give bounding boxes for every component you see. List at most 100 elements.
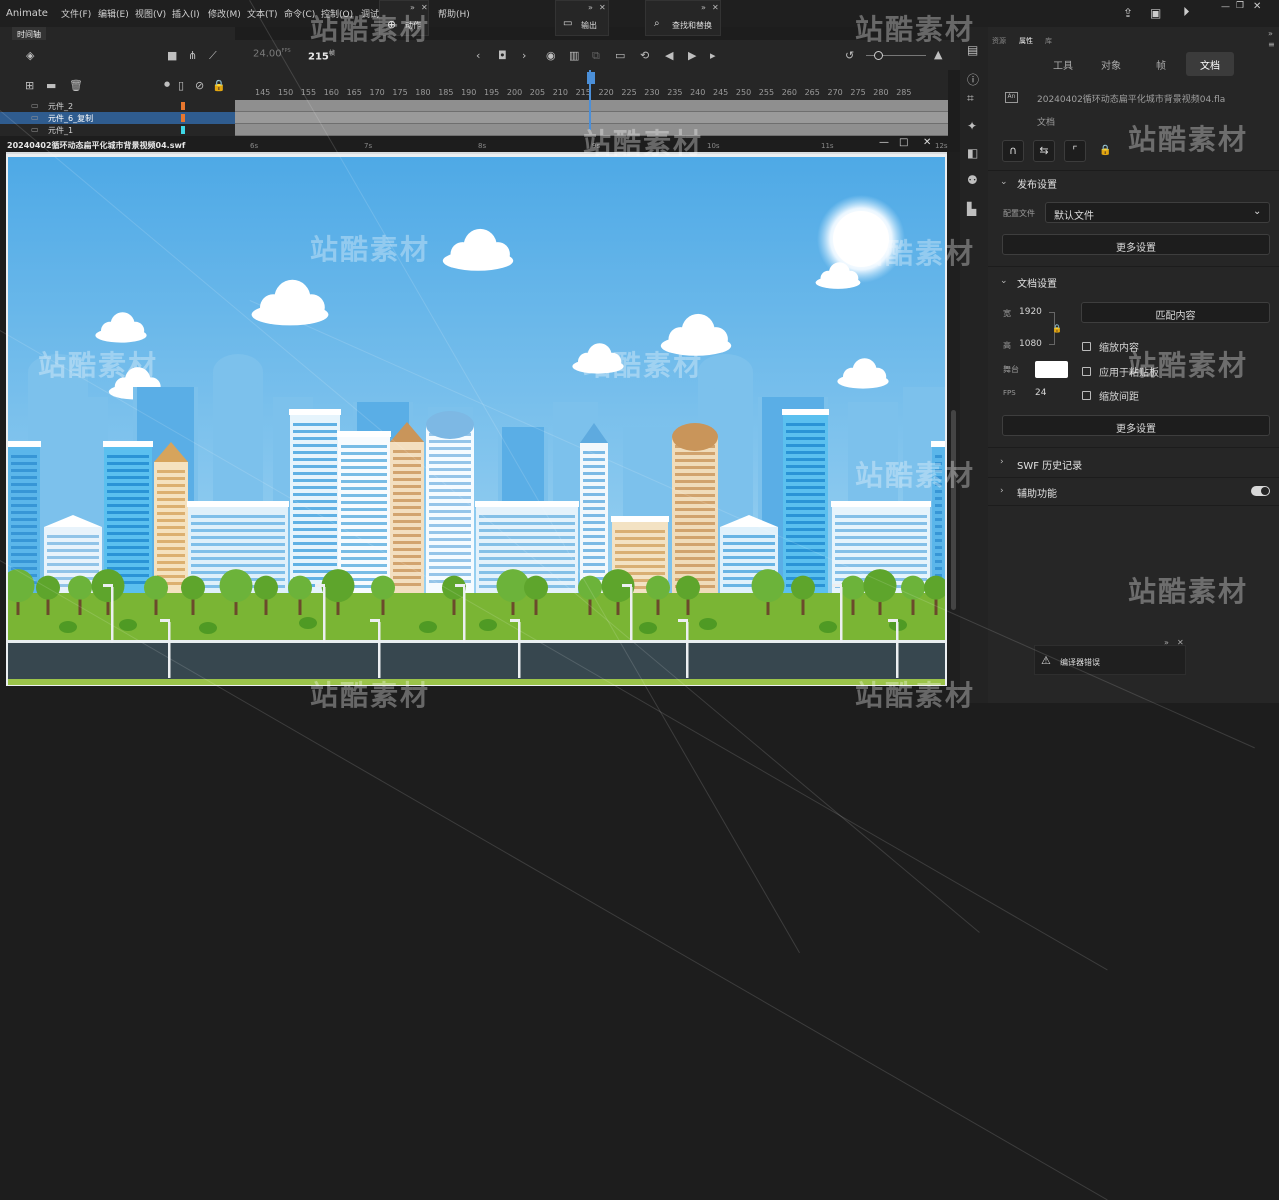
step-forward-icon[interactable]: ▸ — [710, 49, 716, 62]
publish-section-title[interactable]: 发布设置 — [1017, 176, 1057, 191]
expand-icon[interactable]: » — [1164, 638, 1169, 647]
timeline-tab[interactable]: 时间轴 — [12, 27, 46, 40]
menu-control[interactable]: 控制(O) — [321, 7, 353, 20]
tab-assets[interactable]: 资源 — [992, 36, 1006, 46]
menu-help[interactable]: 帮助(H) — [438, 7, 470, 20]
layer-row-selected[interactable]: ▭ 元件_6_复制 — [0, 112, 235, 124]
compiler-errors-panel[interactable]: » ✕ ⚠ 编译器错误 — [1034, 638, 1186, 675]
transform-icon[interactable]: ⌗ — [967, 91, 974, 106]
fps-value[interactable]: 24 — [1035, 388, 1046, 398]
frames-icon[interactable]: ▥ — [569, 49, 579, 62]
chevron-right-icon[interactable]: › — [1000, 457, 1004, 467]
menu-text[interactable]: 文本(T) — [247, 7, 278, 20]
panel-menu-icon[interactable]: ≡ — [1268, 40, 1275, 49]
frame-span[interactable] — [235, 124, 948, 136]
camera-icon[interactable]: ■ — [167, 49, 177, 62]
center-frame-icon[interactable]: ▭ — [615, 49, 625, 62]
close-icon[interactable]: ✕ — [421, 3, 428, 12]
segment-tool[interactable]: 工具 — [1040, 52, 1086, 76]
menu-debug[interactable]: 调试 — [361, 7, 379, 20]
chevron-right-icon[interactable]: › — [1000, 486, 1004, 496]
layer-row[interactable]: ▭ 元件_2 — [0, 100, 235, 112]
workspace-icon[interactable]: ▣ — [1150, 6, 1161, 20]
more-settings-button-2[interactable]: 更多设置 — [1002, 415, 1270, 436]
accessibility-toggle[interactable] — [1251, 486, 1270, 496]
apply-pasteboard-checkbox[interactable] — [1082, 367, 1091, 376]
accessibility-title[interactable]: 辅助功能 — [1017, 485, 1057, 500]
layer-row[interactable]: ▭ 元件_1 — [0, 124, 235, 136]
menu-view[interactable]: 视图(V) — [135, 7, 166, 20]
edit-multiple-icon[interactable]: ⧉ — [592, 49, 600, 63]
scale-content-checkbox[interactable] — [1082, 342, 1091, 351]
zoom-large-icon[interactable]: ▲ — [934, 48, 942, 61]
segment-frame[interactable]: 帧 — [1138, 52, 1184, 76]
height-value[interactable]: 1080 — [1019, 339, 1042, 349]
vertical-scrollbar[interactable] — [948, 152, 960, 686]
next-keyframe-icon[interactable]: › — [522, 49, 526, 62]
scale-spacing-checkbox[interactable] — [1082, 391, 1091, 400]
visibility-icon[interactable]: ⊘ — [195, 79, 204, 92]
layers-icon[interactable]: ◈ — [26, 49, 34, 62]
tab-library[interactable]: 库 — [1045, 36, 1052, 46]
more-settings-button[interactable]: 更多设置 — [1002, 234, 1270, 255]
layer-name[interactable]: 元件_2 — [48, 101, 73, 112]
stage-area[interactable] — [6, 152, 947, 686]
menu-commands[interactable]: 命令(C) — [284, 7, 315, 20]
panel-expand-icon[interactable]: » — [1268, 29, 1273, 38]
expand-icon[interactable]: » — [410, 3, 415, 12]
stage-color-swatch[interactable] — [1035, 361, 1068, 378]
doc-close-icon[interactable]: ✕ — [923, 137, 931, 148]
segment-object[interactable]: 对象 — [1088, 52, 1134, 76]
layer-color-swatch[interactable] — [181, 102, 185, 110]
transform-tool-icon[interactable]: ⇆ — [1033, 140, 1055, 162]
zoom-slider-handle[interactable] — [874, 51, 883, 60]
step-back-icon[interactable]: ◀ — [665, 49, 673, 62]
history-icon[interactable]: ▙ — [967, 202, 976, 216]
current-frame[interactable]: 215 — [308, 51, 329, 62]
info-icon[interactable]: ⓘ — [967, 71, 979, 88]
chevron-down-icon[interactable]: ⌄ — [1000, 276, 1008, 286]
menu-edit[interactable]: 编辑(E) — [98, 7, 129, 20]
onion-skin-icon[interactable]: ◉ — [546, 49, 556, 62]
menu-modify[interactable]: 修改(M) — [208, 7, 241, 20]
output-panel[interactable]: » ✕ ▭ 输出 — [555, 0, 609, 36]
doc-restore-icon[interactable]: □ — [899, 137, 908, 148]
link-lock-icon[interactable]: 🔒 — [1052, 324, 1062, 333]
segment-document[interactable]: 文档 — [1186, 52, 1234, 76]
doc-minimize-icon[interactable]: — — [879, 137, 889, 148]
match-contents-button[interactable]: 匹配内容 — [1081, 302, 1270, 323]
new-layer-icon[interactable]: ⊞ — [25, 79, 34, 92]
scroll-thumb[interactable] — [951, 410, 956, 610]
width-value[interactable]: 1920 — [1019, 307, 1042, 317]
layer-name[interactable]: 元件_6_复制 — [48, 113, 93, 124]
restore-icon[interactable]: ❐ — [1236, 1, 1244, 11]
close-icon[interactable]: ✕ — [712, 3, 719, 12]
profile-dropdown[interactable]: 默认文件 ⌄ — [1045, 202, 1270, 223]
doc-settings-title[interactable]: 文档设置 — [1017, 275, 1057, 290]
layer-name[interactable]: 元件_1 — [48, 125, 73, 136]
playhead[interactable] — [589, 70, 591, 130]
magnet-icon[interactable]: ∩ — [1002, 140, 1024, 162]
frame-span[interactable] — [235, 100, 948, 112]
minimize-icon[interactable]: — — [1221, 2, 1230, 12]
test-movie-icon[interactable]: ⏵ — [1183, 5, 1190, 20]
align-icon[interactable]: ▤ — [967, 43, 978, 57]
close-window-icon[interactable]: ✕ — [1253, 1, 1261, 12]
prev-keyframe-icon[interactable]: ‹ — [476, 49, 480, 62]
find-replace-panel[interactable]: » ✕ ⌕ 查找和替换 — [645, 0, 721, 36]
share-icon[interactable]: ⇪ — [1123, 6, 1133, 20]
highlight-icon[interactable]: ● — [164, 80, 170, 88]
components-icon[interactable]: ⚉ — [967, 173, 978, 187]
frame-span[interactable] — [235, 112, 948, 124]
close-icon[interactable]: ✕ — [599, 3, 606, 12]
undo-zoom-icon[interactable]: ↺ — [845, 49, 854, 62]
parent-view-icon[interactable]: ⋔ — [188, 49, 197, 62]
trash-icon[interactable]: 🗑 — [69, 79, 83, 92]
tab-properties[interactable]: 属性 — [1019, 36, 1033, 46]
insert-keyframe-icon[interactable]: ◘ — [498, 49, 507, 62]
stage-canvas[interactable] — [8, 157, 945, 685]
lock-toggle-icon[interactable]: 🔒 — [1099, 145, 1111, 156]
library-icon[interactable]: ◧ — [967, 146, 978, 160]
menu-insert[interactable]: 插入(I) — [172, 7, 200, 20]
chevron-down-icon[interactable]: ⌄ — [1000, 177, 1008, 187]
